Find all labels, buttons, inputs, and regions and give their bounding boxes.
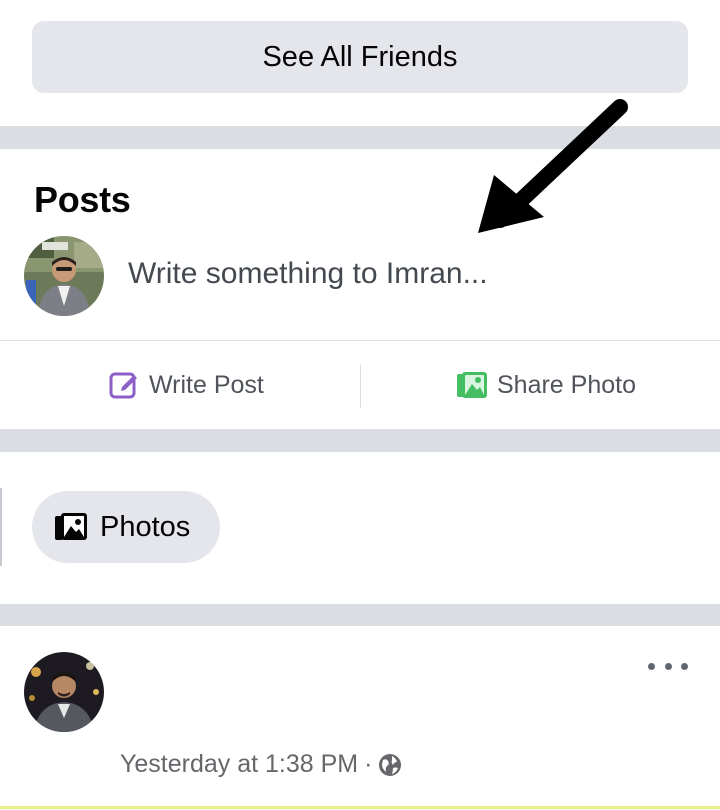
divider xyxy=(0,340,720,341)
meta-separator: · xyxy=(364,750,373,778)
photos-section: Photos xyxy=(0,452,720,604)
posts-title: Posts xyxy=(34,179,131,220)
share-photo-button[interactable]: Share Photo xyxy=(456,357,636,413)
write-post-button[interactable]: Write Post xyxy=(108,357,264,413)
share-photo-label: Share Photo xyxy=(497,370,636,399)
divider xyxy=(0,488,2,566)
photo-icon xyxy=(456,369,488,401)
arrow-annotation xyxy=(478,99,628,233)
divider xyxy=(360,364,361,408)
write-post-label: Write Post xyxy=(149,370,264,399)
divider xyxy=(0,806,720,809)
avatar[interactable] xyxy=(24,652,104,732)
see-all-friends-button[interactable]: See All Friends xyxy=(32,21,688,93)
globe-icon[interactable] xyxy=(378,753,402,777)
section-separator xyxy=(0,604,720,626)
feed-post: Yesterday at 1:38 PM · xyxy=(0,626,720,810)
more-options-icon xyxy=(664,662,672,670)
avatar[interactable] xyxy=(24,236,104,316)
edit-icon xyxy=(108,369,140,401)
section-separator xyxy=(0,429,720,452)
post-timestamp[interactable]: Yesterday at 1:38 PM xyxy=(120,750,358,779)
photos-label: Photos xyxy=(100,510,191,543)
post-meta: Yesterday at 1:38 PM · xyxy=(120,750,402,779)
photo-icon xyxy=(54,510,88,544)
composer-input[interactable]: Write something to Imran... xyxy=(128,257,488,291)
photos-chip[interactable]: Photos xyxy=(32,491,220,563)
more-options-icon xyxy=(681,662,688,670)
more-options-button[interactable] xyxy=(648,654,688,678)
more-options-icon xyxy=(648,662,655,670)
